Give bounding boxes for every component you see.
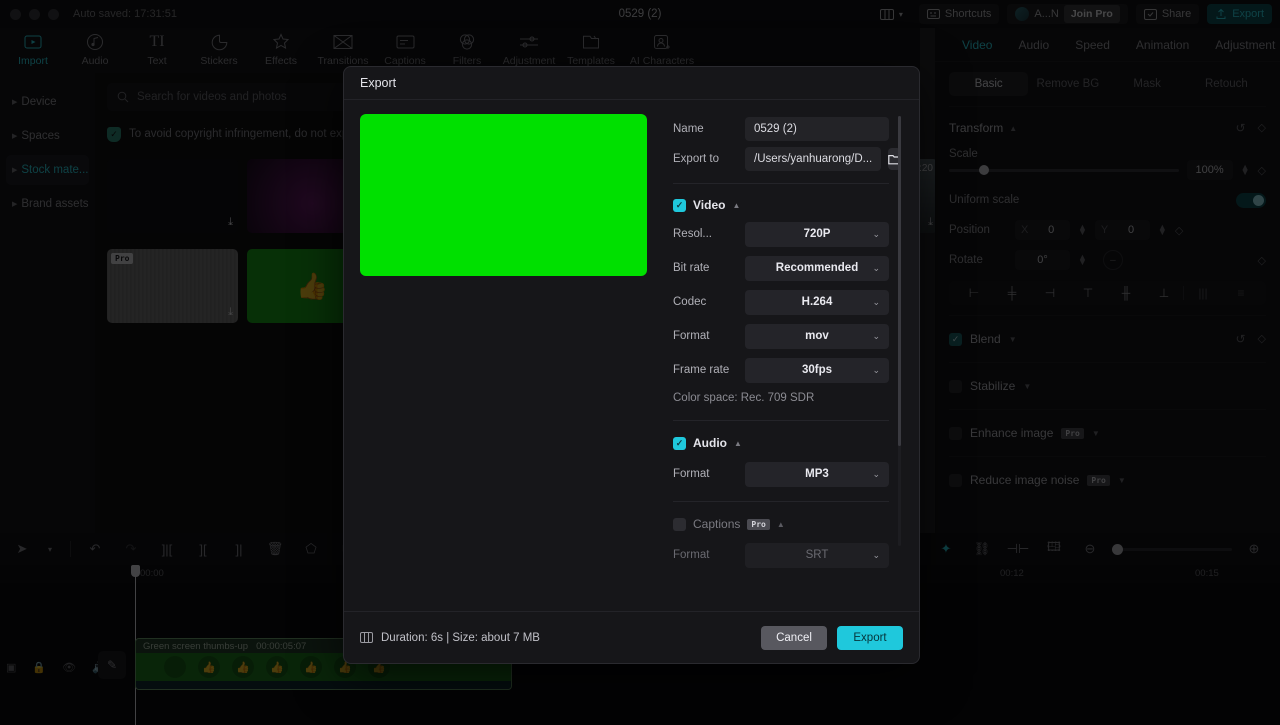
bitrate-select[interactable]: Recommended ⌄ xyxy=(745,255,889,281)
resolution-value: 720P xyxy=(803,228,831,240)
export-settings: Name 0529 (2) Export to /Users/yanhuaron… xyxy=(673,114,903,611)
chevron-down-icon: ⌄ xyxy=(872,228,880,239)
video-enabled-checkbox[interactable]: ✓ xyxy=(673,198,686,212)
captions-format-value: SRT xyxy=(805,549,829,561)
resolution-label: Resol... xyxy=(673,228,712,240)
chevron-down-icon: ⌄ xyxy=(872,296,880,307)
chevron-down-icon: ⌄ xyxy=(872,549,880,560)
format-label: Format xyxy=(673,330,710,342)
resolution-select[interactable]: 720P ⌄ xyxy=(745,221,889,247)
export-path-input[interactable]: /Users/yanhuarong/D... xyxy=(745,147,882,171)
framerate-label: Frame rate xyxy=(673,364,730,376)
divider xyxy=(673,183,889,184)
chevron-up-icon[interactable]: ▲ xyxy=(777,520,785,529)
divider xyxy=(673,501,889,502)
cancel-button[interactable]: Cancel xyxy=(761,625,827,650)
export-to-row: Export to /Users/yanhuarong/D... xyxy=(673,144,902,174)
resolution-row: Resol... 720P ⌄ xyxy=(673,217,889,251)
captions-enabled-checkbox[interactable] xyxy=(673,517,686,531)
captions-section-label: Captions xyxy=(693,517,741,531)
color-space-info: Color space: Rec. 709 SDR xyxy=(673,392,815,404)
export-confirm-button[interactable]: Export xyxy=(837,625,903,650)
captions-format-label: Format xyxy=(673,549,710,561)
pro-badge: Pro xyxy=(747,518,770,530)
codec-row: Codec H.264 ⌄ xyxy=(673,285,889,319)
audio-section-label: Audio xyxy=(693,436,727,450)
codec-value: H.264 xyxy=(801,296,833,308)
name-input[interactable]: 0529 (2) xyxy=(745,117,889,141)
video-section-header[interactable]: ✓ Video ▲ xyxy=(673,193,889,217)
export-summary: Duration: 6s | Size: about 7 MB xyxy=(360,632,540,644)
audio-format-row: Format MP3 ⌄ xyxy=(673,455,889,493)
captions-format-select: SRT ⌄ xyxy=(745,542,889,568)
export-dialog-title: Export xyxy=(344,67,919,100)
export-summary-text: Duration: 6s | Size: about 7 MB xyxy=(381,631,540,644)
chevron-down-icon: ⌄ xyxy=(872,262,880,273)
format-select[interactable]: mov ⌄ xyxy=(745,323,889,349)
audio-section-header[interactable]: ✓ Audio ▲ xyxy=(673,431,889,455)
export-dialog-footer: Duration: 6s | Size: about 7 MB Cancel E… xyxy=(344,611,919,663)
codec-label: Codec xyxy=(673,296,707,308)
audio-enabled-checkbox[interactable]: ✓ xyxy=(673,436,686,450)
name-label: Name xyxy=(673,123,704,135)
format-row: Format mov ⌄ xyxy=(673,319,889,353)
name-row: Name 0529 (2) xyxy=(673,114,889,144)
bitrate-row: Bit rate Recommended ⌄ xyxy=(673,251,889,285)
framerate-row: Frame rate 30fps ⌄ xyxy=(673,353,889,387)
captions-section-header[interactable]: Captions Pro ▲ xyxy=(673,512,889,536)
chevron-down-icon: ⌄ xyxy=(872,364,880,375)
export-to-label: Export to xyxy=(673,153,720,165)
audio-format-value: MP3 xyxy=(805,468,829,480)
chevron-up-icon[interactable]: ▲ xyxy=(734,439,742,448)
audio-format-label: Format xyxy=(673,468,710,480)
chevron-down-icon: ⌄ xyxy=(872,330,880,341)
chevron-up-icon[interactable]: ▲ xyxy=(732,201,740,210)
audio-format-select[interactable]: MP3 ⌄ xyxy=(745,461,889,487)
chevron-down-icon: ⌄ xyxy=(872,468,880,479)
divider xyxy=(673,420,889,421)
settings-scrollbar-thumb[interactable] xyxy=(898,116,901,446)
film-icon xyxy=(360,632,373,643)
export-preview xyxy=(360,114,647,276)
framerate-value: 30fps xyxy=(801,364,833,376)
format-value: mov xyxy=(805,330,829,342)
video-section-label: Video xyxy=(693,198,726,212)
codec-select[interactable]: H.264 ⌄ xyxy=(745,289,889,315)
captions-format-row: Format SRT ⌄ xyxy=(673,536,889,574)
bitrate-label: Bit rate xyxy=(673,262,710,274)
framerate-select[interactable]: 30fps ⌄ xyxy=(745,357,889,383)
bitrate-value: Recommended xyxy=(775,262,859,274)
export-dialog: Export Name 0529 (2) Export to /Users/ya… xyxy=(343,66,920,664)
